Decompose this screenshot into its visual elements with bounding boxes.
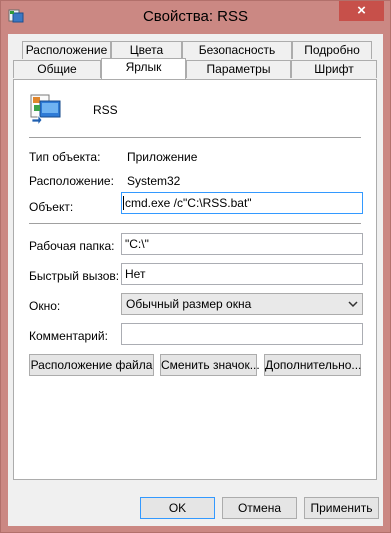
ok-button[interactable]: OK	[140, 497, 215, 519]
apply-button[interactable]: Применить	[304, 497, 379, 519]
comment-label: Комментарий:	[29, 329, 108, 343]
shortcut-name: RSS	[93, 103, 118, 117]
location-label: Расположение:	[29, 174, 114, 188]
hotkey-label: Быстрый вызов:	[29, 269, 120, 283]
advanced-button[interactable]: Дополнительно...	[264, 354, 361, 376]
title-bar[interactable]: Свойства: RSS ×	[1, 1, 390, 34]
workdir-input[interactable]: "C:\"	[121, 233, 363, 255]
divider	[29, 137, 361, 138]
target-input-value: cmd.exe /c"C:\RSS.bat"	[125, 196, 252, 210]
chevron-down-icon	[348, 301, 358, 308]
tab-font[interactable]: Шрифт	[291, 60, 377, 78]
open-file-location-button[interactable]: Расположение файла	[29, 354, 154, 376]
type-label: Тип объекта:	[29, 150, 101, 164]
window-mode-select[interactable]: Обычный размер окна	[121, 293, 363, 315]
tab-shortcut[interactable]: Ярлык	[101, 58, 186, 79]
window-mode-label: Окно:	[29, 299, 61, 313]
properties-window: Свойства: RSS × Расположение Цвета Безоп…	[0, 0, 391, 533]
tab-security[interactable]: Безопасность	[182, 41, 292, 59]
tab-colors[interactable]: Цвета	[111, 41, 182, 59]
tab-details[interactable]: Подробно	[292, 41, 372, 59]
text-caret	[123, 196, 124, 210]
window-title: Свойства: RSS	[142, 8, 249, 25]
batch-file-icon	[30, 94, 61, 127]
location-value: System32	[127, 174, 181, 188]
tab-options[interactable]: Параметры	[186, 60, 291, 78]
window-mode-value: Обычный размер окна	[126, 297, 252, 311]
type-value: Приложение	[127, 150, 198, 164]
divider	[29, 223, 361, 224]
target-input[interactable]: cmd.exe /c"C:\RSS.bat"	[121, 192, 363, 214]
hotkey-input[interactable]: Нет	[121, 263, 363, 285]
close-button[interactable]: ×	[339, 1, 384, 21]
cancel-button[interactable]: Отмена	[222, 497, 297, 519]
target-label: Объект:	[29, 200, 74, 214]
workdir-label: Рабочая папка:	[29, 239, 115, 253]
dialog-client: Расположение Цвета Безопасность Подробно…	[8, 34, 383, 526]
comment-input[interactable]	[121, 323, 363, 345]
tab-layout[interactable]: Расположение	[22, 41, 111, 59]
shortcut-panel: RSS Тип объекта: Приложение Расположение…	[13, 79, 377, 480]
tab-general[interactable]: Общие	[13, 60, 101, 78]
change-icon-button[interactable]: Сменить значок...	[160, 354, 260, 376]
